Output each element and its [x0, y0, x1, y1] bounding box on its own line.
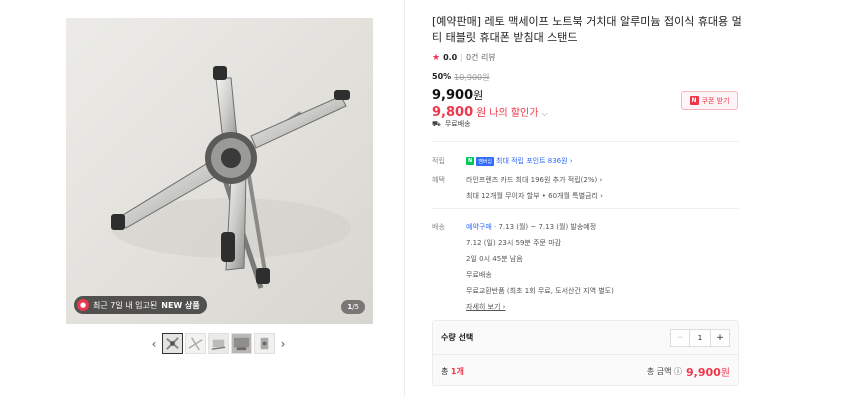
total-prefix: 총	[441, 366, 451, 376]
free-return: 무료교환반품 (최초 1회 무료, 도서산간 지역 별도)	[466, 287, 614, 295]
point-label: 적립	[432, 157, 445, 165]
preorder-line: 예약구매 · 7.13 (월) ~ 7.13 (월) 발송예정	[466, 222, 614, 232]
coupon-icon: N	[689, 96, 699, 105]
shipping-text: 무료배송	[444, 120, 471, 128]
total-count: 총 1개	[441, 366, 647, 377]
thumbnail-5[interactable]	[254, 333, 275, 354]
new-arrival-badge: ● 최근 7일 내 입고된 NEW 상품	[74, 296, 207, 314]
coupon-button[interactable]: N 쿠폰 받기	[681, 91, 738, 110]
quantity-stepper: − 1 +	[670, 328, 730, 347]
installment-link[interactable]: 최대 12개월 무이자 할부 • 60개월 특별금리 ›	[466, 191, 603, 201]
my-price-label: 나의 할인가	[489, 108, 539, 119]
star-icon: ★	[432, 52, 441, 63]
laptop-stand-illustration	[111, 66, 351, 289]
total-count-value: 1개	[450, 366, 464, 376]
thumbnail-strip: ‹ ›	[148, 333, 289, 354]
rating-row[interactable]: ★ 0.0 | 0건 리뷰	[432, 52, 742, 63]
quantity-title: 수량 선택	[441, 333, 474, 342]
shipping-row: ⛟ 무료배송	[432, 119, 471, 129]
column-divider	[404, 0, 405, 396]
time-remaining: 2일 0시 45분 남음	[466, 255, 523, 263]
prev-image-icon[interactable]: ‹	[148, 334, 160, 354]
plus-button[interactable]: +	[710, 329, 729, 346]
purchase-box: 수량 선택 − 1 + 총 1개 총 금액 ⓘ 9,900원	[432, 320, 739, 386]
max-point-link[interactable]: N 멤버십 최대 적립 포인트 836원 ›	[466, 156, 573, 166]
image-counter-total: /5	[352, 303, 359, 311]
preorder-tag: 예약구매	[466, 223, 492, 231]
original-price: 10,900원	[454, 73, 490, 82]
delivery-row: 배송 예약구매 · 7.13 (월) ~ 7.13 (월) 발송예정 7.12 …	[432, 222, 614, 318]
benefit-label: 혜택	[432, 176, 445, 184]
review-count[interactable]: 0건 리뷰	[466, 52, 496, 63]
new-badge-text: 최근 7일 내 입고된	[93, 300, 158, 310]
sale-price-value: 9,900	[432, 88, 474, 103]
chevron-down-icon: ⌵	[541, 109, 548, 118]
membership-badge: 멤버십	[476, 156, 494, 166]
naver-n-icon: N	[466, 157, 475, 165]
card-benefit-link[interactable]: 라인프렌즈 카드 최대 196원 추가 적립(2%) ›	[466, 175, 603, 185]
new-icon: ●	[77, 299, 89, 311]
total-amount-label: 총 금액 ⓘ	[646, 366, 682, 376]
my-price-unit: 원	[476, 106, 487, 119]
thumbnail-2[interactable]	[185, 333, 206, 354]
preorder-schedule: · 7.13 (월) ~ 7.13 (월) 발송예정	[491, 223, 597, 231]
total-price-unit: 원	[720, 367, 730, 379]
quantity-input[interactable]: 1	[690, 330, 710, 346]
next-image-icon[interactable]: ›	[277, 334, 289, 354]
order-deadline: 7.12 (일) 23시 59분 주문 마감	[466, 239, 562, 247]
total-price: 9,900원	[686, 364, 730, 379]
max-point-text: 최대 적립 포인트 836원 ›	[496, 157, 573, 165]
total-row: 총 1개 총 금액 ⓘ 9,900원	[433, 357, 738, 385]
divider	[432, 208, 739, 209]
rating-separator: |	[460, 53, 463, 62]
thumbnail-4[interactable]	[231, 333, 252, 354]
new-badge-strong: NEW 상품	[161, 300, 200, 310]
thumbnail-3[interactable]	[208, 333, 229, 354]
discount-line: 50% 10,900원	[432, 72, 742, 83]
rating-score: 0.0	[443, 53, 458, 62]
product-main-image[interactable]: ● 최근 7일 내 입고된 NEW 상품 1 /5	[66, 18, 373, 324]
product-title: [예약판매] 레토 맥세이프 노트북 거치대 알루미늄 접이식 휴대용 멀티 태…	[432, 15, 742, 44]
point-row: 적립 N 멤버십 최대 적립 포인트 836원 ›	[432, 156, 573, 172]
total-price-value: 9,900	[686, 365, 721, 379]
my-price-value: 9,800	[432, 105, 474, 120]
sale-price-unit: 원	[473, 89, 484, 102]
free-shipping: 무료배송	[466, 271, 492, 279]
minus-button[interactable]: −	[671, 329, 690, 346]
benefit-row: 혜택 라인프렌즈 카드 최대 196원 추가 적립(2%) › 최대 12개월 …	[432, 175, 603, 207]
image-counter: 1 /5	[341, 300, 365, 314]
truck-icon: ⛟	[432, 119, 441, 128]
discount-percent: 50%	[432, 72, 452, 81]
delivery-details-link[interactable]: 자세히 보기 ›	[466, 302, 614, 312]
divider	[432, 141, 739, 142]
thumbnail-1[interactable]	[162, 333, 183, 354]
quantity-row: 수량 선택 − 1 +	[433, 321, 738, 355]
coupon-label: 쿠폰 받기	[701, 96, 730, 105]
delivery-label: 배송	[432, 223, 445, 231]
